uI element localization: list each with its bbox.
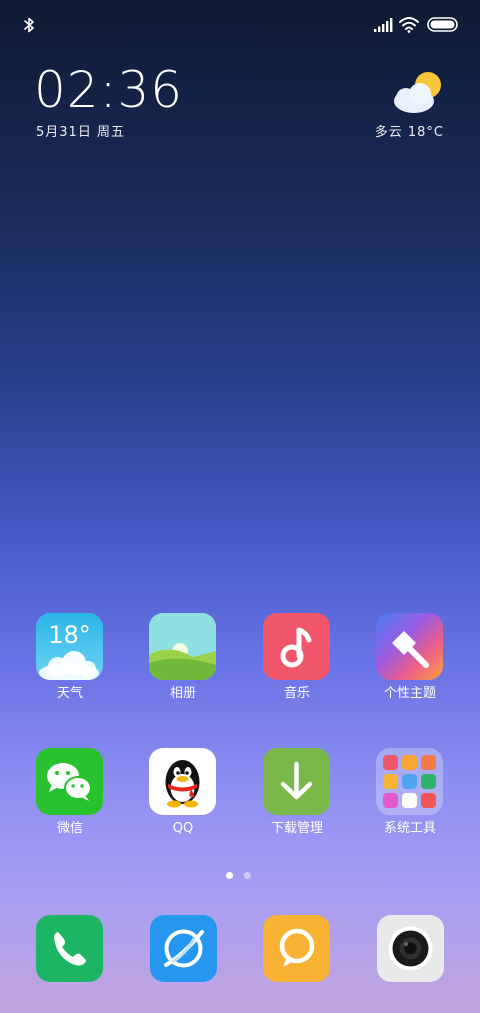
page-dot-inactive[interactable] xyxy=(244,872,251,879)
app-weather[interactable]: 18° 天气 xyxy=(15,613,125,713)
app-label: 音乐 xyxy=(283,686,310,701)
app-folder-system-tools[interactable]: 系统工具 xyxy=(355,748,465,848)
page-dot-active[interactable] xyxy=(226,872,233,879)
weather-app-icon[interactable]: 18° xyxy=(36,613,103,680)
app-gallery[interactable]: 相册 xyxy=(128,613,238,713)
partly-cloudy-icon[interactable] xyxy=(390,68,446,116)
app-label: 下载管理 xyxy=(270,821,323,836)
app-downloads[interactable]: 下载管理 xyxy=(242,748,352,848)
phone-icon[interactable] xyxy=(36,915,103,982)
clock-widget[interactable]: 02:36 5月31日 周五 多云 18°C xyxy=(34,62,454,152)
app-label: 相册 xyxy=(169,686,196,701)
wechat-icon[interactable] xyxy=(36,748,103,815)
bluetooth-icon xyxy=(24,17,34,33)
folder-icon[interactable] xyxy=(376,748,443,815)
battery-icon xyxy=(427,17,458,32)
app-wechat[interactable]: 微信 xyxy=(15,748,125,848)
download-arrow-icon[interactable] xyxy=(263,748,330,815)
messages-icon[interactable] xyxy=(263,915,330,982)
app-label: 天气 xyxy=(56,686,83,701)
browser-icon[interactable] xyxy=(150,915,217,982)
clock-time[interactable]: 02:36 xyxy=(34,62,183,118)
app-themes[interactable]: 个性主题 xyxy=(355,613,465,713)
weather-summary: 多云 18°C xyxy=(374,125,444,140)
app-music[interactable]: 音乐 xyxy=(242,613,352,713)
page-indicator[interactable] xyxy=(226,872,256,882)
wifi-icon xyxy=(399,17,419,33)
music-note-icon[interactable] xyxy=(263,613,330,680)
signal-icon xyxy=(374,18,393,32)
app-qq[interactable]: QQ xyxy=(128,748,238,848)
qq-penguin-icon[interactable] xyxy=(149,748,216,815)
app-label: 系统工具 xyxy=(383,821,436,836)
app-label: 个性主题 xyxy=(383,686,436,701)
clock-date: 5月31日 周五 xyxy=(36,125,125,140)
gallery-icon[interactable] xyxy=(149,613,216,680)
camera-icon[interactable] xyxy=(377,915,444,982)
paintbrush-icon[interactable] xyxy=(376,613,443,680)
status-bar xyxy=(0,0,480,50)
app-label: QQ xyxy=(172,821,194,836)
app-label: 微信 xyxy=(56,821,83,836)
